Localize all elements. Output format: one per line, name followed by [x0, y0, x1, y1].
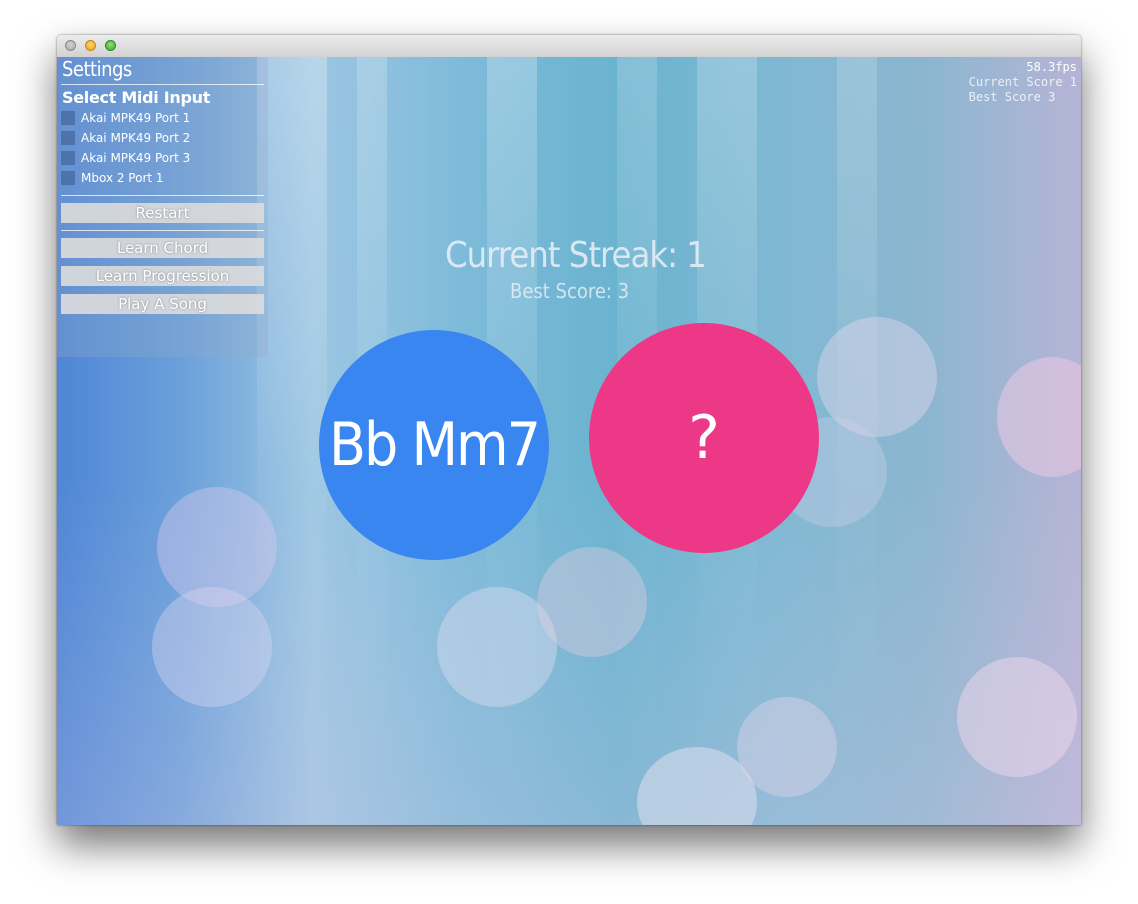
port-checkbox[interactable]	[61, 151, 75, 165]
chord-name: Bb Mm7	[329, 410, 541, 480]
restart-button[interactable]: Restart	[61, 203, 264, 223]
best-score-readout: Best Score 3	[968, 90, 1056, 104]
maximize-window-button[interactable]	[105, 40, 116, 51]
settings-panel: Settings Select Midi Input Akai MPK49 Po…	[57, 57, 268, 357]
midi-port-option[interactable]: Mbox 2 Port 1	[61, 169, 261, 187]
current-streak-heading: Current Streak: 1	[445, 235, 707, 276]
play-a-song-button[interactable]: Play A Song	[61, 294, 264, 314]
settings-title: Settings	[62, 57, 132, 81]
learn-progression-button[interactable]: Learn Progression	[61, 266, 264, 286]
learn-chord-button[interactable]: Learn Chord	[61, 238, 264, 258]
port-checkbox[interactable]	[61, 111, 75, 125]
best-score-subheading: Best Score: 3	[510, 279, 630, 303]
divider	[61, 84, 264, 85]
current-score-readout: Current Score 1	[968, 75, 1077, 89]
port-label: Mbox 2 Port 1	[81, 171, 164, 185]
midi-port-option[interactable]: Akai MPK49 Port 2	[61, 129, 261, 147]
stats-overlay: 58.3fps Current Score 1 Best Score 3	[969, 60, 1077, 105]
port-label: Akai MPK49 Port 2	[81, 131, 191, 145]
port-label: Akai MPK49 Port 3	[81, 151, 191, 165]
background-bokeh	[737, 697, 837, 797]
app-window: Settings Select Midi Input Akai MPK49 Po…	[57, 35, 1081, 825]
chord-prompt-circle: Bb Mm7	[319, 330, 549, 560]
background-bokeh	[537, 547, 647, 657]
close-window-button[interactable]	[65, 40, 76, 51]
midi-input-heading: Select Midi Input	[62, 88, 211, 107]
title-bar	[57, 35, 1081, 58]
minimize-window-button[interactable]	[85, 40, 96, 51]
answer-circle: ?	[589, 323, 819, 553]
divider	[61, 195, 264, 196]
port-label: Akai MPK49 Port 1	[81, 111, 191, 125]
background-bokeh	[152, 587, 272, 707]
port-checkbox[interactable]	[61, 171, 75, 185]
background-bokeh	[957, 657, 1077, 777]
fps-readout: 58.3fps	[1026, 60, 1077, 74]
midi-port-option[interactable]: Akai MPK49 Port 1	[61, 109, 261, 127]
answer-placeholder: ?	[688, 403, 720, 473]
divider	[61, 230, 264, 231]
port-checkbox[interactable]	[61, 131, 75, 145]
background-bokeh	[997, 357, 1081, 477]
game-canvas: Settings Select Midi Input Akai MPK49 Po…	[57, 57, 1081, 825]
midi-port-option[interactable]: Akai MPK49 Port 3	[61, 149, 261, 167]
